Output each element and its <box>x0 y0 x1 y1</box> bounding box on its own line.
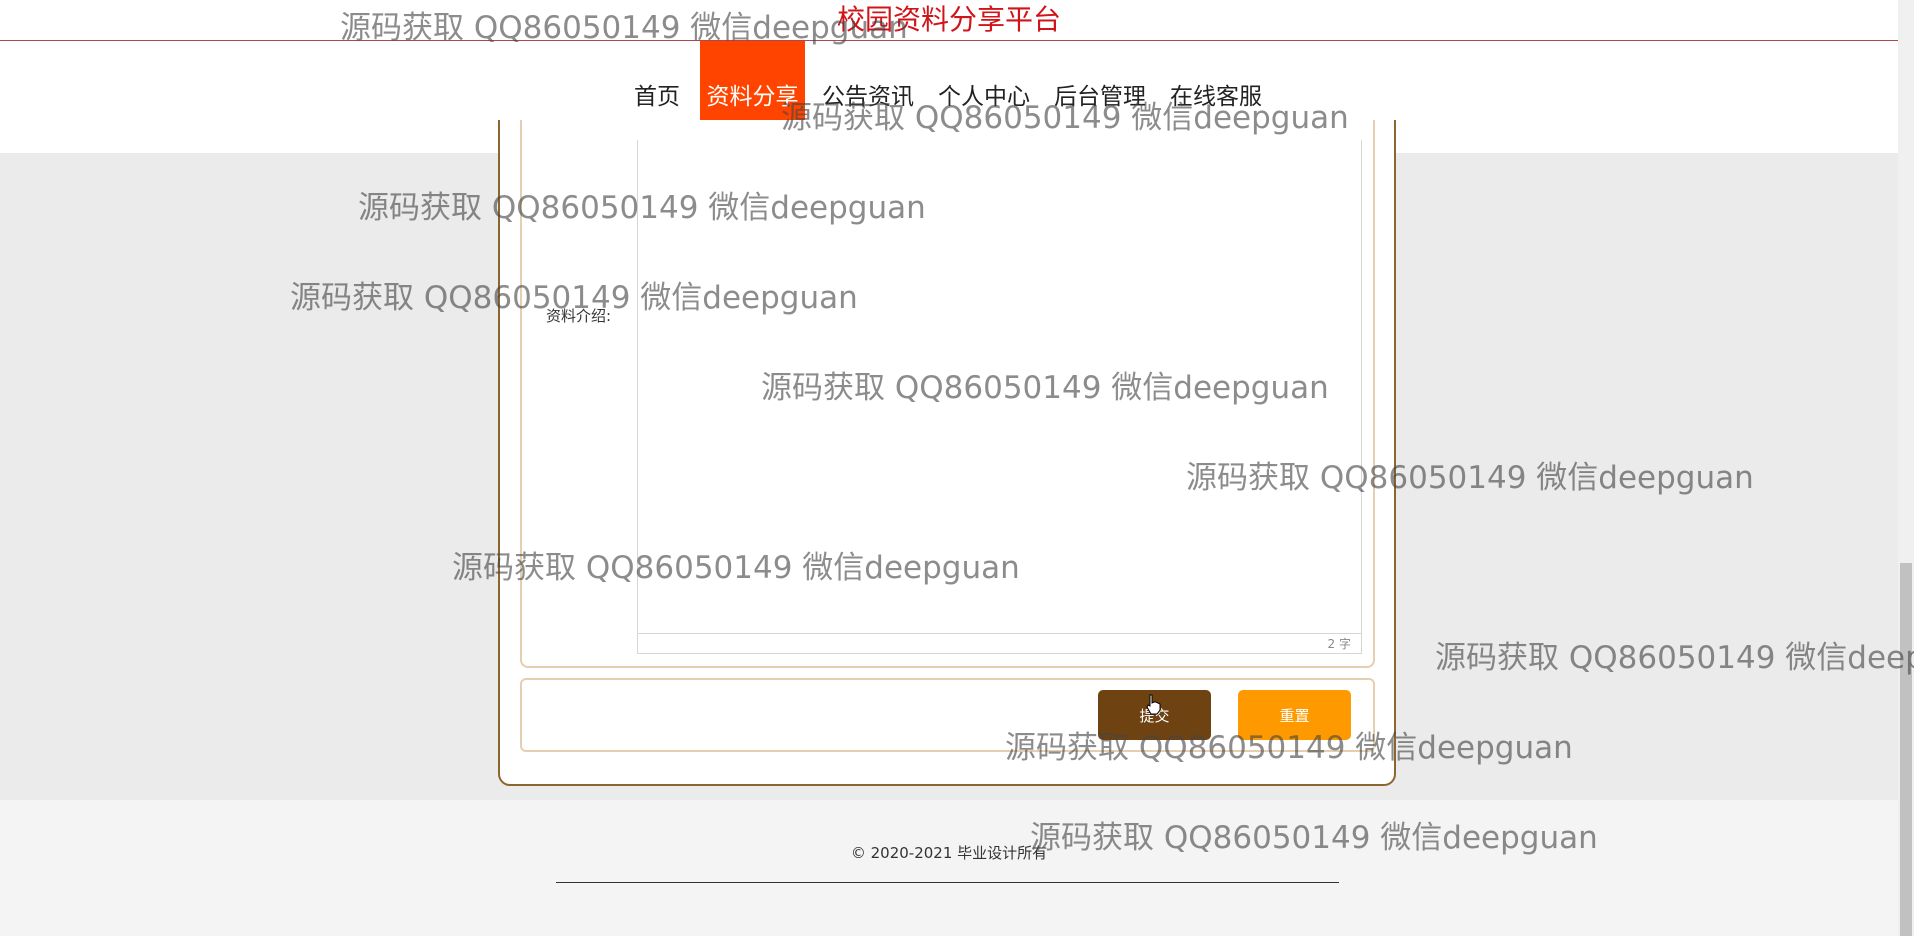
scrollbar-thumb[interactable] <box>1900 563 1912 936</box>
intro-label: 资料介绍: <box>546 307 612 325</box>
copyright-text: © 2020-2021 毕业设计所有 <box>850 844 1048 862</box>
rich-text-editor: 2 字 <box>637 140 1362 654</box>
footer-divider <box>556 882 1339 883</box>
reset-button[interactable]: 重置 <box>1238 690 1351 740</box>
site-title: 校园资料分享平台 <box>836 3 1061 36</box>
footer <box>0 800 1898 936</box>
hand-cursor-icon <box>1145 693 1163 719</box>
watermark: 源码获取 QQ86050149 微信deepguan <box>1435 640 1914 676</box>
vertical-scrollbar[interactable] <box>1898 0 1914 936</box>
editor-content-area[interactable] <box>638 140 1361 633</box>
editor-word-count: 2 字 <box>638 633 1361 653</box>
